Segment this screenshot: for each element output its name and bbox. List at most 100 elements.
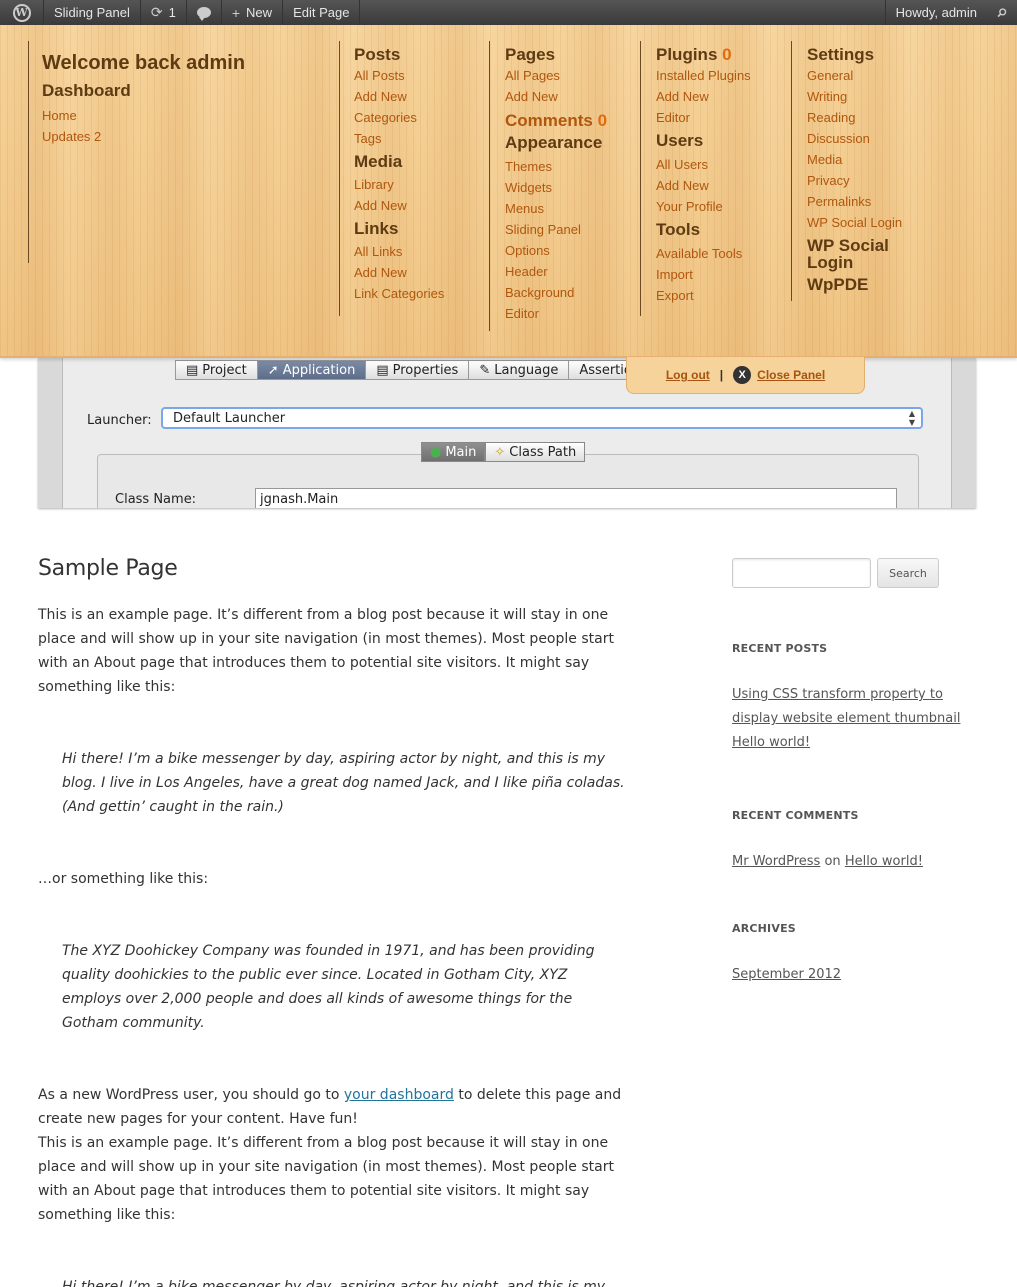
recent-posts-title: RECENT POSTS xyxy=(732,642,828,655)
column-separator xyxy=(28,41,29,263)
plugins-count-badge: 0 xyxy=(722,45,732,64)
paragraph: …or something like this: xyxy=(38,871,209,887)
panel-link-background[interactable]: Background xyxy=(505,282,607,303)
paragraph: This is an example page. It’s different … xyxy=(38,1135,614,1223)
new-content-button[interactable]: + New xyxy=(222,0,284,25)
panel-link-all-users[interactable]: All Users xyxy=(656,154,751,175)
edit-page-link[interactable]: Edit Page xyxy=(283,0,361,25)
panel-link-add-new-page[interactable]: Add New xyxy=(505,86,607,107)
panel-link-wp-social-login-settings[interactable]: WP Social Login xyxy=(807,212,917,233)
panel-link-available-tools[interactable]: Available Tools xyxy=(656,243,751,264)
recent-comment-item: Mr WordPress on Hello world! xyxy=(732,850,992,874)
site-name-link[interactable]: Sliding Panel xyxy=(44,0,141,25)
posts-heading[interactable]: Posts xyxy=(354,45,444,65)
panel-tab: Log out | X Close Panel xyxy=(626,357,865,394)
classpath-icon: ✧ xyxy=(494,444,506,460)
panel-link-privacy[interactable]: Privacy xyxy=(807,170,917,191)
panel-link-all-posts[interactable]: All Posts xyxy=(354,65,444,86)
panel-link-add-new-link[interactable]: Add New xyxy=(354,262,444,283)
list-icon: ▤ xyxy=(376,362,389,378)
panel-link-all-links[interactable]: All Links xyxy=(354,241,444,262)
search-input[interactable] xyxy=(732,558,871,588)
panel-link-sliding-panel[interactable]: Sliding Panel xyxy=(505,219,607,240)
launcher-select: Default Launcher ▲ ▼ xyxy=(161,407,923,429)
class-name-label: Class Name: xyxy=(115,492,197,507)
panel-link-export[interactable]: Export xyxy=(656,285,751,306)
links-heading[interactable]: Links xyxy=(354,219,444,239)
recent-post-link[interactable]: Hello world! xyxy=(732,731,992,755)
panel-link-updates[interactable]: Updates 2 xyxy=(42,126,245,147)
recent-comments-title: RECENT COMMENTS xyxy=(732,809,859,822)
media-heading[interactable]: Media xyxy=(354,152,444,172)
panel-column-settings: Settings General Writing Reading Discuss… xyxy=(791,41,917,301)
panel-link-add-new-post[interactable]: Add New xyxy=(354,86,444,107)
panel-link-add-new-user[interactable]: Add New xyxy=(656,175,751,196)
wp-social-login-heading[interactable]: WP Social Login xyxy=(807,237,917,271)
admin-search-button[interactable] xyxy=(987,0,1017,25)
comment-post-link[interactable]: Hello world! xyxy=(845,854,923,869)
wppde-heading[interactable]: WpPDE xyxy=(807,275,917,295)
dashboard-heading[interactable]: Dashboard xyxy=(42,81,245,101)
launcher-label: Launcher: xyxy=(87,413,152,428)
comment-bubble-icon xyxy=(196,7,211,21)
admin-bar: W Sliding Panel ⟳ 1 + New Edit Page Howd… xyxy=(0,0,1017,25)
plugins-heading[interactable]: Plugins 0 xyxy=(656,45,751,65)
comments-count-badge: 0 xyxy=(597,111,608,130)
users-heading[interactable]: Users xyxy=(656,131,751,151)
panel-link-plugin-editor[interactable]: Editor xyxy=(656,107,751,128)
my-account-menu[interactable]: Howdy, admin xyxy=(884,0,987,25)
close-panel-link[interactable]: Close Panel xyxy=(757,368,825,382)
subtab-class-path: ✧ Class Path xyxy=(485,442,586,462)
panel-link-widgets[interactable]: Widgets xyxy=(505,177,607,198)
updates-button[interactable]: ⟳ 1 xyxy=(141,0,187,25)
panel-link-installed-plugins[interactable]: Installed Plugins xyxy=(656,65,751,86)
howdy-text: Howdy, admin xyxy=(895,5,977,20)
panel-link-import[interactable]: Import xyxy=(656,264,751,285)
panel-link-add-new-media[interactable]: Add New xyxy=(354,195,444,216)
recent-post-link[interactable]: Using CSS transform property to display … xyxy=(732,683,992,731)
archive-link[interactable]: September 2012 xyxy=(732,963,992,987)
panel-link-reading[interactable]: Reading xyxy=(807,107,917,128)
search-button[interactable]: Search xyxy=(877,558,939,588)
appearance-heading[interactable]: Appearance xyxy=(505,133,607,153)
page-content: Sample Page This is an example page. It’… xyxy=(38,556,638,1287)
comments-button[interactable] xyxy=(187,0,222,25)
panel-link-themes[interactable]: Themes xyxy=(505,156,607,177)
panel-link-writing[interactable]: Writing xyxy=(807,86,917,107)
comment-author-link[interactable]: Mr WordPress xyxy=(732,854,820,869)
tab-language: ✎ Language xyxy=(468,360,569,380)
panel-link-add-new-plugin[interactable]: Add New xyxy=(656,86,751,107)
sidebar: Search RECENT POSTS Using CSS transform … xyxy=(732,558,992,987)
panel-link-general[interactable]: General xyxy=(807,65,917,86)
panel-link-editor[interactable]: Editor xyxy=(505,303,607,324)
panel-link-library[interactable]: Library xyxy=(354,174,444,195)
tools-heading[interactable]: Tools xyxy=(656,220,751,240)
close-icon[interactable]: X xyxy=(733,366,752,384)
panel-link-discussion[interactable]: Discussion xyxy=(807,128,917,149)
panel-link-options[interactable]: Options xyxy=(505,240,607,261)
panel-link-menus[interactable]: Menus xyxy=(505,198,607,219)
sliding-panel: Welcome back admin Dashboard Home Update… xyxy=(0,25,1017,358)
panel-link-header[interactable]: Header xyxy=(505,261,607,282)
wp-logo-button[interactable]: W xyxy=(0,0,44,25)
comments-heading[interactable]: Comments 0 xyxy=(505,111,607,131)
document-icon: ▤ xyxy=(186,362,199,378)
updates-count-badge: 2 xyxy=(94,129,102,144)
panel-link-your-profile[interactable]: Your Profile xyxy=(656,196,751,217)
panel-link-tags[interactable]: Tags xyxy=(354,128,444,149)
settings-heading[interactable]: Settings xyxy=(807,45,917,65)
panel-link-categories[interactable]: Categories xyxy=(354,107,444,128)
panel-link-link-categories[interactable]: Link Categories xyxy=(354,283,444,304)
panel-link-media-settings[interactable]: Media xyxy=(807,149,917,170)
dashboard-link[interactable]: your dashboard xyxy=(344,1087,454,1103)
panel-link-permalinks[interactable]: Permalinks xyxy=(807,191,917,212)
refresh-icon: ⟳ xyxy=(150,4,163,20)
panel-link-home[interactable]: Home xyxy=(42,105,245,126)
panel-link-all-pages[interactable]: All Pages xyxy=(505,65,607,86)
page-title: Sample Page xyxy=(38,556,178,581)
dialog-tabs: ▤ Project ➚ Application ▤ Properties ✎ Langu… xyxy=(175,360,658,380)
logout-link[interactable]: Log out xyxy=(666,368,710,382)
pages-heading[interactable]: Pages xyxy=(505,45,607,65)
column-separator xyxy=(640,41,641,316)
plus-icon: + xyxy=(231,4,241,21)
